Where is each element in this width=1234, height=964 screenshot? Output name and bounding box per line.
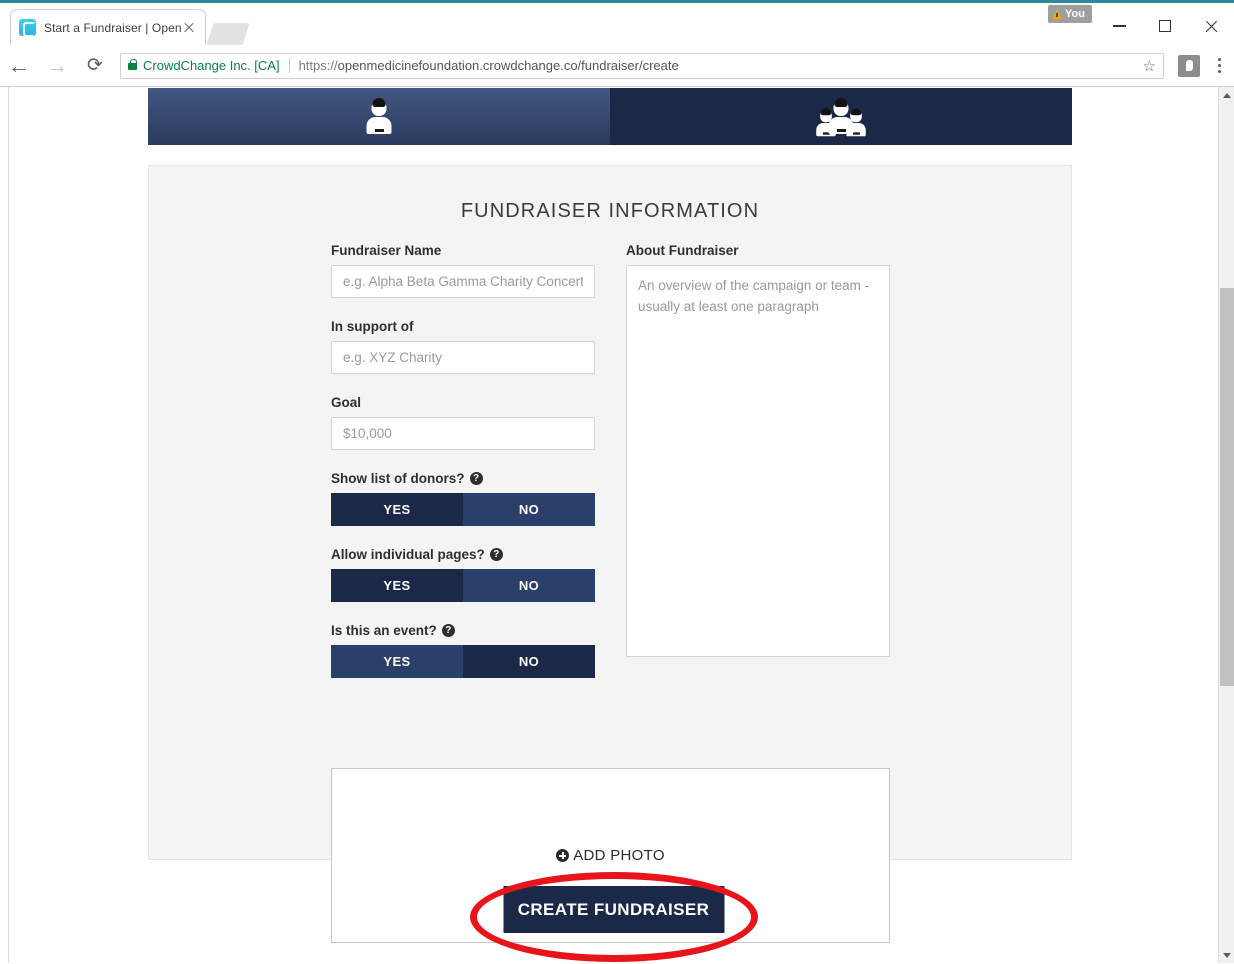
navigation-bar: ← → ⟳ CrowdChange Inc. [CA] https://open… (0, 45, 1234, 86)
single-person-icon (366, 97, 392, 134)
url-text: https://openmedicinefoundation.crowdchan… (299, 58, 1137, 73)
window-close-icon[interactable] (1188, 6, 1234, 46)
is-event-yes-button[interactable]: YES (331, 645, 463, 678)
omnibox-divider (288, 58, 290, 73)
close-icon[interactable] (181, 20, 197, 36)
is-event-no-button[interactable]: NO (463, 645, 595, 678)
about-fundraiser-label: About Fundraiser (626, 243, 739, 258)
form-right-column: About Fundraiser (626, 243, 890, 662)
forward-icon[interactable]: → (38, 45, 76, 86)
goal-label: Goal (331, 395, 362, 410)
allow-individual-pages-label: Allow individual pages? ? (331, 547, 595, 562)
crowdchange-c-icon (19, 19, 36, 37)
back-icon[interactable]: ← (0, 45, 38, 86)
url-scheme: https:// (298, 58, 338, 73)
help-icon[interactable]: ? (489, 548, 503, 561)
tab-strip: Start a Fundraiser | Open You (0, 3, 1234, 45)
fundraiser-form-panel: FUNDRAISER INFORMATION Fundraiser Name I… (148, 165, 1072, 943)
plus-circle-icon (556, 849, 570, 862)
bookmark-star-icon[interactable]: ☆ (1143, 57, 1156, 75)
reload-glyph: ⟳ (87, 55, 103, 76)
fundraiser-name-input[interactable] (331, 265, 595, 298)
allow-individual-pages-no-button[interactable]: NO (463, 569, 595, 602)
url-rest: openmedicinefoundation.crowdchange.co/fu… (337, 58, 679, 73)
warning-icon (1052, 9, 1063, 19)
page-scrollbar[interactable] (1218, 87, 1234, 963)
extension-icon[interactable] (1178, 54, 1200, 77)
address-bar[interactable]: CrowdChange Inc. [CA] https://openmedici… (120, 52, 1164, 79)
in-support-of-input[interactable] (331, 341, 595, 374)
reload-icon[interactable]: ⟳ (76, 45, 114, 86)
add-photo-text: ADD PHOTO (573, 847, 665, 864)
is-event-label-text: Is this an event? (331, 623, 437, 638)
scrollbar-thumb[interactable] (1220, 288, 1234, 686)
is-event-toggle: YES NO (331, 645, 595, 678)
window-controls (1096, 6, 1234, 46)
show-donors-no-button[interactable]: NO (463, 493, 595, 526)
fundraiser-type-tabs (148, 88, 1072, 145)
browser-tab[interactable]: Start a Fundraiser | Open (10, 9, 206, 45)
in-support-of-label: In support of (331, 319, 414, 334)
profile-button[interactable]: You (1048, 5, 1092, 23)
scroll-up-icon[interactable] (1219, 87, 1234, 103)
help-icon[interactable]: ? (441, 624, 455, 637)
group-people-icon (813, 97, 869, 136)
page-title: FUNDRAISER INFORMATION (460, 200, 760, 222)
tab-title: Start a Fundraiser | Open (44, 20, 181, 35)
allow-individual-pages-yes-button[interactable]: YES (331, 569, 463, 602)
fundraiser-name-label: Fundraiser Name (331, 243, 442, 258)
show-donors-toggle: YES NO (331, 493, 595, 526)
page-content: FUNDRAISER INFORMATION Fundraiser Name I… (9, 87, 1218, 963)
tab-team-fundraiser[interactable] (610, 88, 1072, 145)
chrome-menu-icon[interactable] (1204, 45, 1234, 86)
form-left-column: Fundraiser Name In support of Goal Show … (331, 243, 595, 678)
allow-individual-pages-label-text: Allow individual pages? (331, 547, 485, 562)
submit-area: CREATE FUNDRAISER (9, 870, 1218, 963)
goal-input[interactable] (331, 417, 595, 450)
maximize-icon[interactable] (1142, 6, 1188, 46)
browser-window: Start a Fundraiser | Open You ← → ⟳ Crow… (0, 0, 1234, 964)
add-photo-label: ADD PHOTO (556, 847, 665, 864)
allow-individual-pages-toggle: YES NO (331, 569, 595, 602)
about-fundraiser-textarea[interactable] (626, 265, 890, 657)
forward-arrow-glyph: → (46, 52, 68, 78)
scroll-down-icon[interactable] (1219, 947, 1234, 963)
profile-label: You (1065, 8, 1085, 20)
show-donors-label-text: Show list of donors? (331, 471, 465, 486)
help-icon[interactable]: ? (469, 472, 483, 485)
tab-individual-fundraiser[interactable] (148, 88, 610, 145)
lock-icon (128, 59, 137, 70)
site-identity-label: CrowdChange Inc. [CA] (143, 58, 280, 73)
new-tab-button[interactable] (206, 23, 250, 45)
back-arrow-glyph: ← (8, 52, 30, 78)
show-donors-yes-button[interactable]: YES (331, 493, 463, 526)
show-donors-label: Show list of donors? ? (331, 471, 595, 486)
minimize-icon[interactable] (1096, 6, 1142, 46)
is-event-label: Is this an event? ? (331, 623, 595, 638)
create-fundraiser-button[interactable]: CREATE FUNDRAISER (503, 886, 724, 933)
page-viewport: FUNDRAISER INFORMATION Fundraiser Name I… (8, 87, 1218, 963)
